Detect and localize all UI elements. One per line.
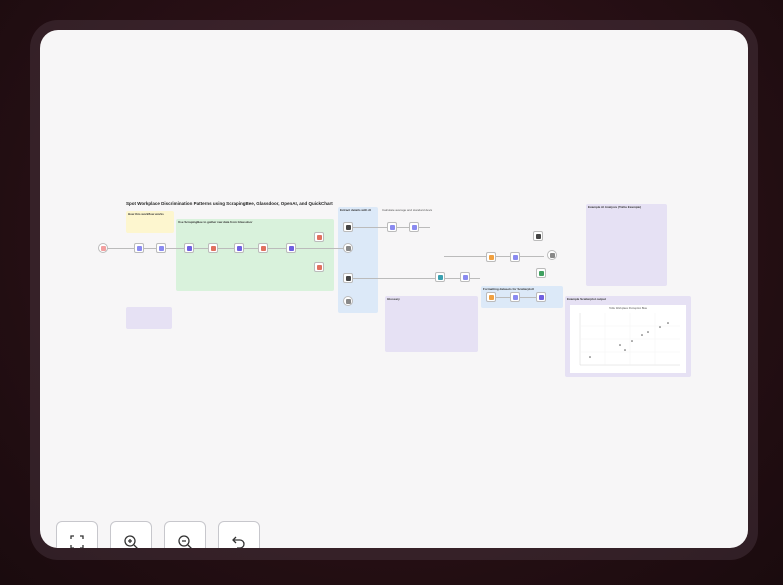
manual-trigger-node[interactable] bbox=[98, 243, 108, 253]
scatter-point bbox=[624, 349, 626, 351]
merge-node[interactable] bbox=[435, 272, 445, 282]
scrapingbee-overview-node[interactable] bbox=[234, 243, 244, 253]
example-output-title: Example Scatterplot output bbox=[567, 297, 607, 301]
code-node[interactable] bbox=[486, 252, 496, 262]
connection bbox=[144, 248, 344, 249]
scrapingbee-search-node[interactable] bbox=[184, 243, 194, 253]
format-labels-node[interactable] bbox=[510, 292, 520, 302]
quickchart-node[interactable] bbox=[536, 292, 546, 302]
glossary-note[interactable]: Glossary bbox=[385, 296, 478, 352]
openai-model-node-2[interactable] bbox=[343, 296, 353, 306]
set-demographics-node[interactable] bbox=[156, 243, 166, 253]
example-analysis-note[interactable]: Example AI Analysis (Toiltu Example) bbox=[586, 204, 667, 286]
undo-icon bbox=[232, 536, 245, 548]
formatting-section-title: Formatting datasets for ScatterplotI bbox=[483, 287, 534, 291]
openai-model-node[interactable] bbox=[343, 243, 353, 253]
scatter-point bbox=[667, 322, 669, 324]
how-it-works-note[interactable]: How this workflow works bbox=[126, 211, 174, 233]
scatter-point bbox=[589, 356, 591, 358]
scatter-point bbox=[647, 331, 649, 333]
fit-view-button[interactable] bbox=[56, 521, 98, 548]
analysis-note: Calculate average and standard deviation… bbox=[382, 208, 432, 212]
zoom-out-button[interactable] bbox=[164, 521, 206, 548]
zoom-out-icon bbox=[178, 535, 192, 548]
workflow-canvas[interactable]: Spot Workplace Discrimination Patterns u… bbox=[40, 30, 748, 548]
scrapingbee-reviews-node[interactable] bbox=[286, 243, 296, 253]
set-variables-node[interactable] bbox=[510, 252, 520, 262]
info-note[interactable] bbox=[126, 307, 172, 329]
format-dataset-node[interactable] bbox=[486, 292, 496, 302]
scatterplot-image: Toiltu Workplace Perception Bias bbox=[570, 305, 686, 373]
scrape-section-title: Use ScrapingBee to gather raw data from … bbox=[178, 220, 253, 224]
example-analysis-title: Example AI Analysis (Toiltu Example) bbox=[588, 205, 642, 209]
extract-overall-ratings-node[interactable] bbox=[314, 232, 324, 242]
example-output-note[interactable]: Example Scatterplot output Toiltu Workpl… bbox=[565, 296, 691, 377]
scatter-point bbox=[641, 334, 643, 336]
scatterplot-chart bbox=[579, 313, 680, 366]
scatter-point bbox=[631, 340, 633, 342]
fit-view-icon bbox=[70, 535, 84, 548]
openai-model-node-3[interactable] bbox=[547, 250, 557, 260]
ai-analysis-node[interactable] bbox=[533, 231, 543, 241]
ai-extract-ratings-node[interactable] bbox=[343, 222, 353, 232]
scrape-section-note[interactable]: Use ScrapingBee to gather raw data from … bbox=[176, 219, 334, 291]
chart-node[interactable] bbox=[536, 268, 546, 278]
glossary-title: Glossary bbox=[387, 297, 400, 301]
ai-extract-demographics-node[interactable] bbox=[343, 273, 353, 283]
scatter-point bbox=[659, 326, 661, 328]
zoom-in-button[interactable] bbox=[110, 521, 152, 548]
calc-stddev-node[interactable] bbox=[409, 222, 419, 232]
workflow-title: Spot Workplace Discrimination Patterns u… bbox=[126, 201, 333, 206]
extract-reviews-url-node[interactable] bbox=[258, 243, 268, 253]
calc-zscores-node[interactable] bbox=[460, 272, 470, 282]
extract-company-url-node[interactable] bbox=[208, 243, 218, 253]
how-it-works-title: How this workflow works bbox=[128, 212, 164, 216]
reset-zoom-button[interactable] bbox=[218, 521, 260, 548]
calc-average-node[interactable] bbox=[387, 222, 397, 232]
zoom-in-icon bbox=[124, 535, 138, 548]
set-company-node[interactable] bbox=[134, 243, 144, 253]
scatter-point bbox=[619, 344, 621, 346]
extract-section-title: Extract details with AI bbox=[340, 208, 372, 212]
extract-demographic-ratings-node[interactable] bbox=[314, 262, 324, 272]
